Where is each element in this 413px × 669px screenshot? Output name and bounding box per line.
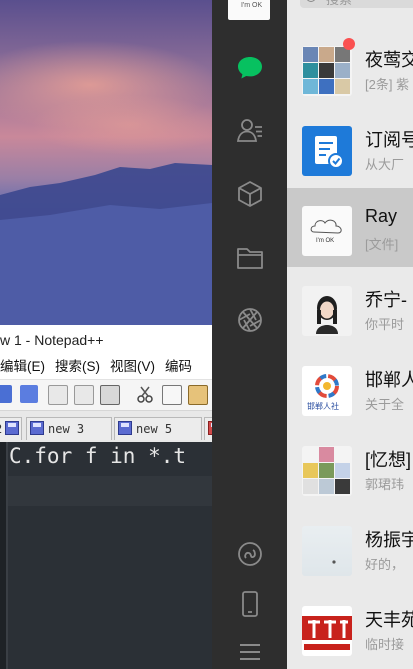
tab-new-5[interactable]: new 5: [114, 417, 202, 440]
code-editor[interactable]: C.for f in *.t: [0, 442, 212, 669]
current-line-highlight: [8, 476, 212, 506]
chat-list: 搜索 夜莺交 [2条] 紫 订阅号 从大厂 I'm OK Ray [文件]: [287, 0, 413, 669]
chat-last-message: 好的，: [365, 557, 405, 572]
notepad-title-bar[interactable]: w 1 - Notepad++: [0, 325, 212, 355]
chat-item[interactable]: 乔宁- 你平时: [287, 268, 413, 347]
tab-2-label: 2: [0, 422, 2, 436]
avatar-text: I'm OK: [241, 2, 263, 9]
contact-avatar: [302, 286, 352, 336]
chat-item[interactable]: 夜莺交 [2条] 紫: [287, 28, 413, 107]
menu-view[interactable]: 视图(V): [110, 359, 155, 374]
search-icon: [306, 0, 316, 2]
cut-icon[interactable]: [136, 385, 154, 403]
save-all-icon[interactable]: [20, 385, 38, 403]
chat-name: 杨振宇: [365, 530, 413, 550]
contacts-icon[interactable]: [236, 116, 264, 144]
paste-icon[interactable]: [188, 385, 208, 405]
search-placeholder: 搜索: [326, 0, 352, 8]
notepad-title: w 1 - Notepad++: [0, 332, 104, 348]
chat-name: 夜莺交: [365, 50, 413, 70]
save-icon: [30, 421, 44, 435]
save-icon[interactable]: [0, 385, 12, 403]
group-avatar: [302, 46, 352, 96]
tab-new-5-label: new 5: [136, 422, 173, 436]
mini-program-box-icon[interactable]: [236, 180, 264, 208]
chat-name: 订阅号: [365, 130, 413, 150]
print-icon[interactable]: [100, 385, 120, 405]
org-avatar: 邯郸人社: [302, 366, 352, 416]
notepad-window: w 1 - Notepad++ 编辑(E) 搜索(S) 视图(V) 编码 2 new …: [0, 325, 212, 669]
org-avatar: [302, 606, 352, 656]
contact-avatar: I'm OK: [302, 206, 352, 256]
chat-name: 乔宁-: [365, 290, 407, 310]
subscription-avatar: [302, 126, 352, 176]
chat-last-message: 从大厂: [365, 157, 405, 172]
save-icon: [118, 421, 132, 435]
moments-icon[interactable]: [236, 306, 264, 334]
unread-badge: [343, 38, 355, 50]
wechat-sidebar: I'm OK: [212, 0, 287, 669]
chat-last-message: 你平时: [365, 317, 405, 332]
mini-programs-icon[interactable]: [236, 540, 264, 568]
chat-last-message: 郭珺玮: [365, 477, 405, 492]
chat-item-active[interactable]: I'm OK Ray [文件]: [287, 188, 413, 267]
chat-item[interactable]: 邯郸人社 邯郸人 关于全: [287, 348, 413, 427]
close-file-icon[interactable]: [48, 385, 68, 405]
chat-last-message: 关于全: [365, 397, 405, 412]
search-input[interactable]: 搜索: [300, 0, 413, 8]
avatar-caption: 邯郸人社: [307, 402, 339, 411]
code-line: C.for f in *.t: [9, 444, 187, 468]
chat-name: Ray: [365, 206, 398, 226]
chat-item[interactable]: 天丰苑 临时接: [287, 588, 413, 667]
menu-edit[interactable]: 编辑(E): [0, 359, 45, 374]
close-all-icon[interactable]: [74, 385, 94, 405]
mountain-silhouette: [0, 163, 212, 325]
chat-name: 天丰苑: [365, 610, 413, 630]
folder-icon[interactable]: [236, 244, 264, 272]
menu-encoding[interactable]: 编码: [165, 359, 192, 374]
notepad-tab-bar: 2 new 3 new 5: [0, 411, 212, 444]
notepad-toolbar: [0, 379, 212, 411]
avatar-caption: I'm OK: [316, 238, 335, 244]
save-icon: [5, 421, 20, 435]
desktop-wallpaper: [0, 0, 212, 325]
phone-icon[interactable]: [236, 590, 264, 618]
copy-icon[interactable]: [162, 385, 182, 405]
tab-next[interactable]: [204, 417, 212, 440]
chat-icon[interactable]: [236, 54, 264, 82]
user-avatar[interactable]: I'm OK: [228, 0, 270, 20]
chat-name: [忆想]: [365, 450, 412, 470]
group-avatar: [302, 446, 352, 496]
chat-last-message: [2条] 紫: [365, 77, 410, 92]
chat-item[interactable]: [忆想] 郭珺玮: [287, 428, 413, 507]
tab-new-3-label: new 3: [48, 422, 85, 436]
chat-last-message: [文件]: [365, 237, 399, 252]
menu-search[interactable]: 搜索(S): [55, 359, 100, 374]
chat-item[interactable]: 订阅号 从大厂: [287, 108, 413, 187]
notepad-menu-bar: 编辑(E) 搜索(S) 视图(V) 编码: [0, 355, 212, 379]
chat-item[interactable]: 杨振宇 好的，: [287, 508, 413, 587]
contact-avatar: [302, 526, 352, 576]
tab-new-3[interactable]: new 3: [26, 417, 112, 440]
menu-icon[interactable]: [236, 638, 264, 666]
chat-name: 邯郸人: [365, 370, 413, 390]
chat-last-message: 临时接: [365, 637, 405, 652]
tab-2[interactable]: 2: [0, 417, 22, 440]
